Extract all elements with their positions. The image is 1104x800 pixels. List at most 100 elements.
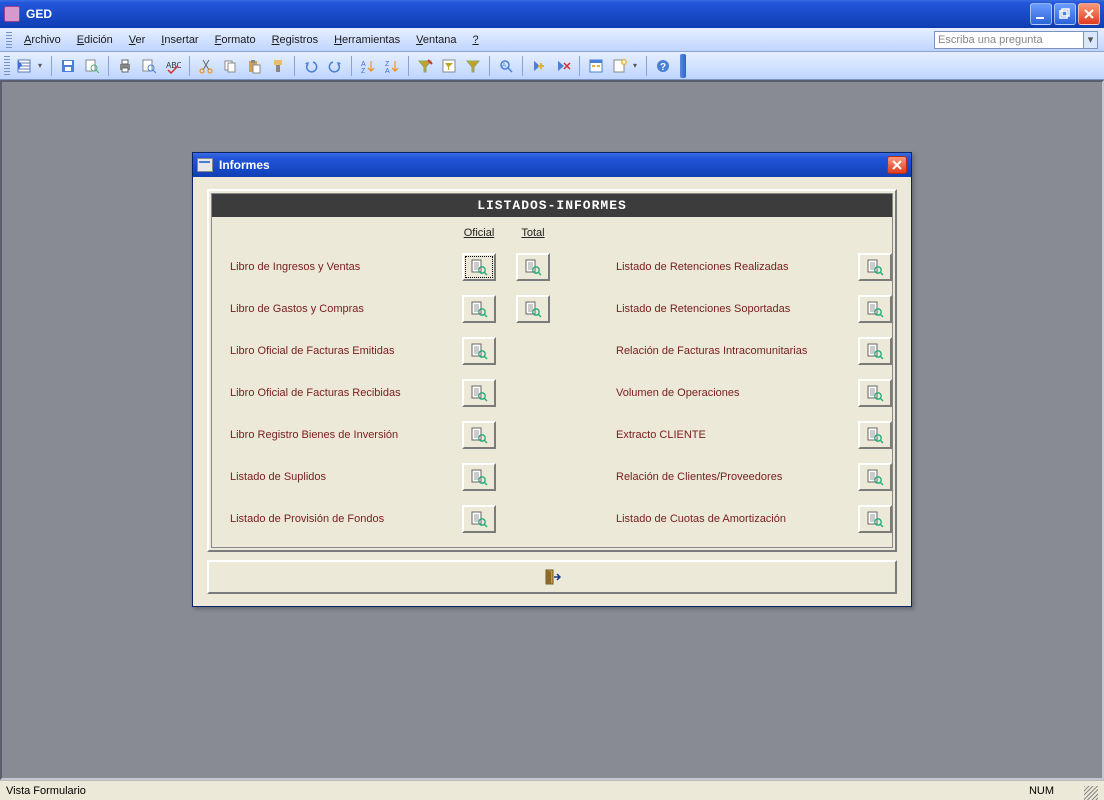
search-file-button[interactable] [81,55,103,77]
door-exit-icon [543,568,561,586]
filter-by-selection-button[interactable] [414,55,436,77]
svg-text:Z: Z [361,68,366,74]
svg-text:A: A [385,68,390,74]
report-label-right-3: Volumen de Operaciones [616,387,846,399]
toolbar: ▾ ABC AZ ZA A ▾ ? [0,52,1104,80]
preview-oficial-button-1[interactable] [462,295,496,323]
help-search-box[interactable]: Escriba una pregunta [934,31,1084,49]
window-close-button[interactable] [1078,3,1100,25]
dialog-title: Informes [219,158,270,172]
form-icon [197,158,213,172]
preview-total-button-0[interactable] [516,253,550,281]
help-button[interactable]: ? [652,55,674,77]
copy-button[interactable] [219,55,241,77]
save-button[interactable] [57,55,79,77]
print-button[interactable] [114,55,136,77]
new-record-button[interactable] [528,55,550,77]
svg-text:Z: Z [385,61,390,68]
redo-button[interactable] [324,55,346,77]
report-label-left-6: Listado de Provisión de Fondos [230,513,450,525]
menu-edicin[interactable]: Edición [69,31,121,49]
report-label-right-5: Relación de Clientes/Proveedores [616,471,846,483]
report-label-left-3: Libro Oficial de Facturas Recibidas [230,387,450,399]
menu-ventana[interactable]: Ventana [408,31,464,49]
svg-text:A: A [502,63,506,69]
dialog-close-bar-button[interactable] [207,560,897,594]
window-restore-button[interactable] [1054,3,1076,25]
menu-?[interactable]: ? [465,31,487,49]
menu-ver[interactable]: Ver [121,31,154,49]
preview-button-right-2[interactable] [858,337,892,365]
preview-oficial-button-3[interactable] [462,379,496,407]
preview-oficial-button-0[interactable] [462,253,496,281]
preview-button-right-0[interactable] [858,253,892,281]
informes-dialog: Informes LISTADOS-INFORMES OficialTotalL… [192,152,912,607]
sort-desc-button[interactable]: ZA [381,55,403,77]
svg-text:A: A [361,61,366,68]
preview-total-button-1[interactable] [516,295,550,323]
report-label-right-4: Extracto CLIENTE [616,429,846,441]
database-window-button[interactable] [585,55,607,77]
report-label-right-0: Listado de Retenciones Realizadas [616,261,846,273]
preview-oficial-button-2[interactable] [462,337,496,365]
preview-button-right-3[interactable] [858,379,892,407]
menu-formato[interactable]: Formato [207,31,264,49]
paste-button[interactable] [243,55,265,77]
dialog-body: LISTADOS-INFORMES OficialTotalLibro de I… [193,177,911,606]
report-label-right-6: Listado de Cuotas de Amortización [616,513,846,525]
preview-oficial-button-5[interactable] [462,463,496,491]
new-object-button[interactable] [609,55,631,77]
svg-text:ABC: ABC [166,61,181,70]
resize-grip[interactable] [1084,786,1098,800]
dialog-close-button[interactable] [887,156,907,174]
toolbar-end-grip[interactable] [680,54,686,78]
preview-button-right-4[interactable] [858,421,892,449]
report-label-right-2: Relación de Facturas Intracomunitarias [616,345,846,357]
main-window-titlebar: GED [0,0,1104,28]
preview-button-right-1[interactable] [858,295,892,323]
window-minimize-button[interactable] [1030,3,1052,25]
help-search-dropdown[interactable]: ▾ [1084,31,1098,49]
menu-archivo[interactable]: Archivo [16,31,69,49]
sort-asc-button[interactable]: AZ [357,55,379,77]
app-title: GED [26,7,52,21]
preview-button-right-6[interactable] [858,505,892,533]
toggle-filter-button[interactable] [462,55,484,77]
new-object-dropdown[interactable]: ▾ [633,61,641,70]
menu-registros[interactable]: Registros [264,31,326,49]
cut-button[interactable] [195,55,217,77]
report-label-left-1: Libro de Gastos y Compras [230,303,450,315]
format-painter-button[interactable] [267,55,289,77]
column-header-oficial: Oficial [454,227,504,239]
menu-herramientas[interactable]: Herramientas [326,31,408,49]
svg-text:?: ? [660,62,666,73]
report-label-right-1: Listado de Retenciones Soportadas [616,303,846,315]
print-preview-button[interactable] [138,55,160,77]
preview-button-right-5[interactable] [858,463,892,491]
help-search-placeholder: Escriba una pregunta [938,34,1043,46]
toolbar-grip[interactable] [4,56,10,76]
menu-insertar[interactable]: Insertar [153,31,206,49]
menubar-grip[interactable] [6,32,12,48]
undo-button[interactable] [300,55,322,77]
filter-by-form-button[interactable] [438,55,460,77]
find-button[interactable]: A [495,55,517,77]
preview-oficial-button-4[interactable] [462,421,496,449]
report-label-left-2: Libro Oficial de Facturas Emitidas [230,345,450,357]
dialog-titlebar[interactable]: Informes [193,153,911,177]
report-label-left-5: Listado de Suplidos [230,471,450,483]
menubar: ArchivoEdiciónVerInsertarFormatoRegistro… [0,28,1104,52]
mdi-client-area: Informes LISTADOS-INFORMES OficialTotalL… [0,80,1104,780]
column-header-total: Total [508,227,558,239]
form-view-button[interactable] [14,55,36,77]
delete-record-button[interactable] [552,55,574,77]
spellcheck-button[interactable]: ABC [162,55,184,77]
report-label-left-4: Libro Registro Bienes de Inversión [230,429,450,441]
report-label-left-0: Libro de Ingresos y Ventas [230,261,450,273]
statusbar: Vista Formulario NUM [0,780,1104,800]
status-numlock: NUM [1029,785,1054,797]
app-icon [4,6,20,22]
preview-oficial-button-6[interactable] [462,505,496,533]
view-dropdown[interactable]: ▾ [38,61,46,70]
status-view-mode: Vista Formulario [6,785,1029,797]
